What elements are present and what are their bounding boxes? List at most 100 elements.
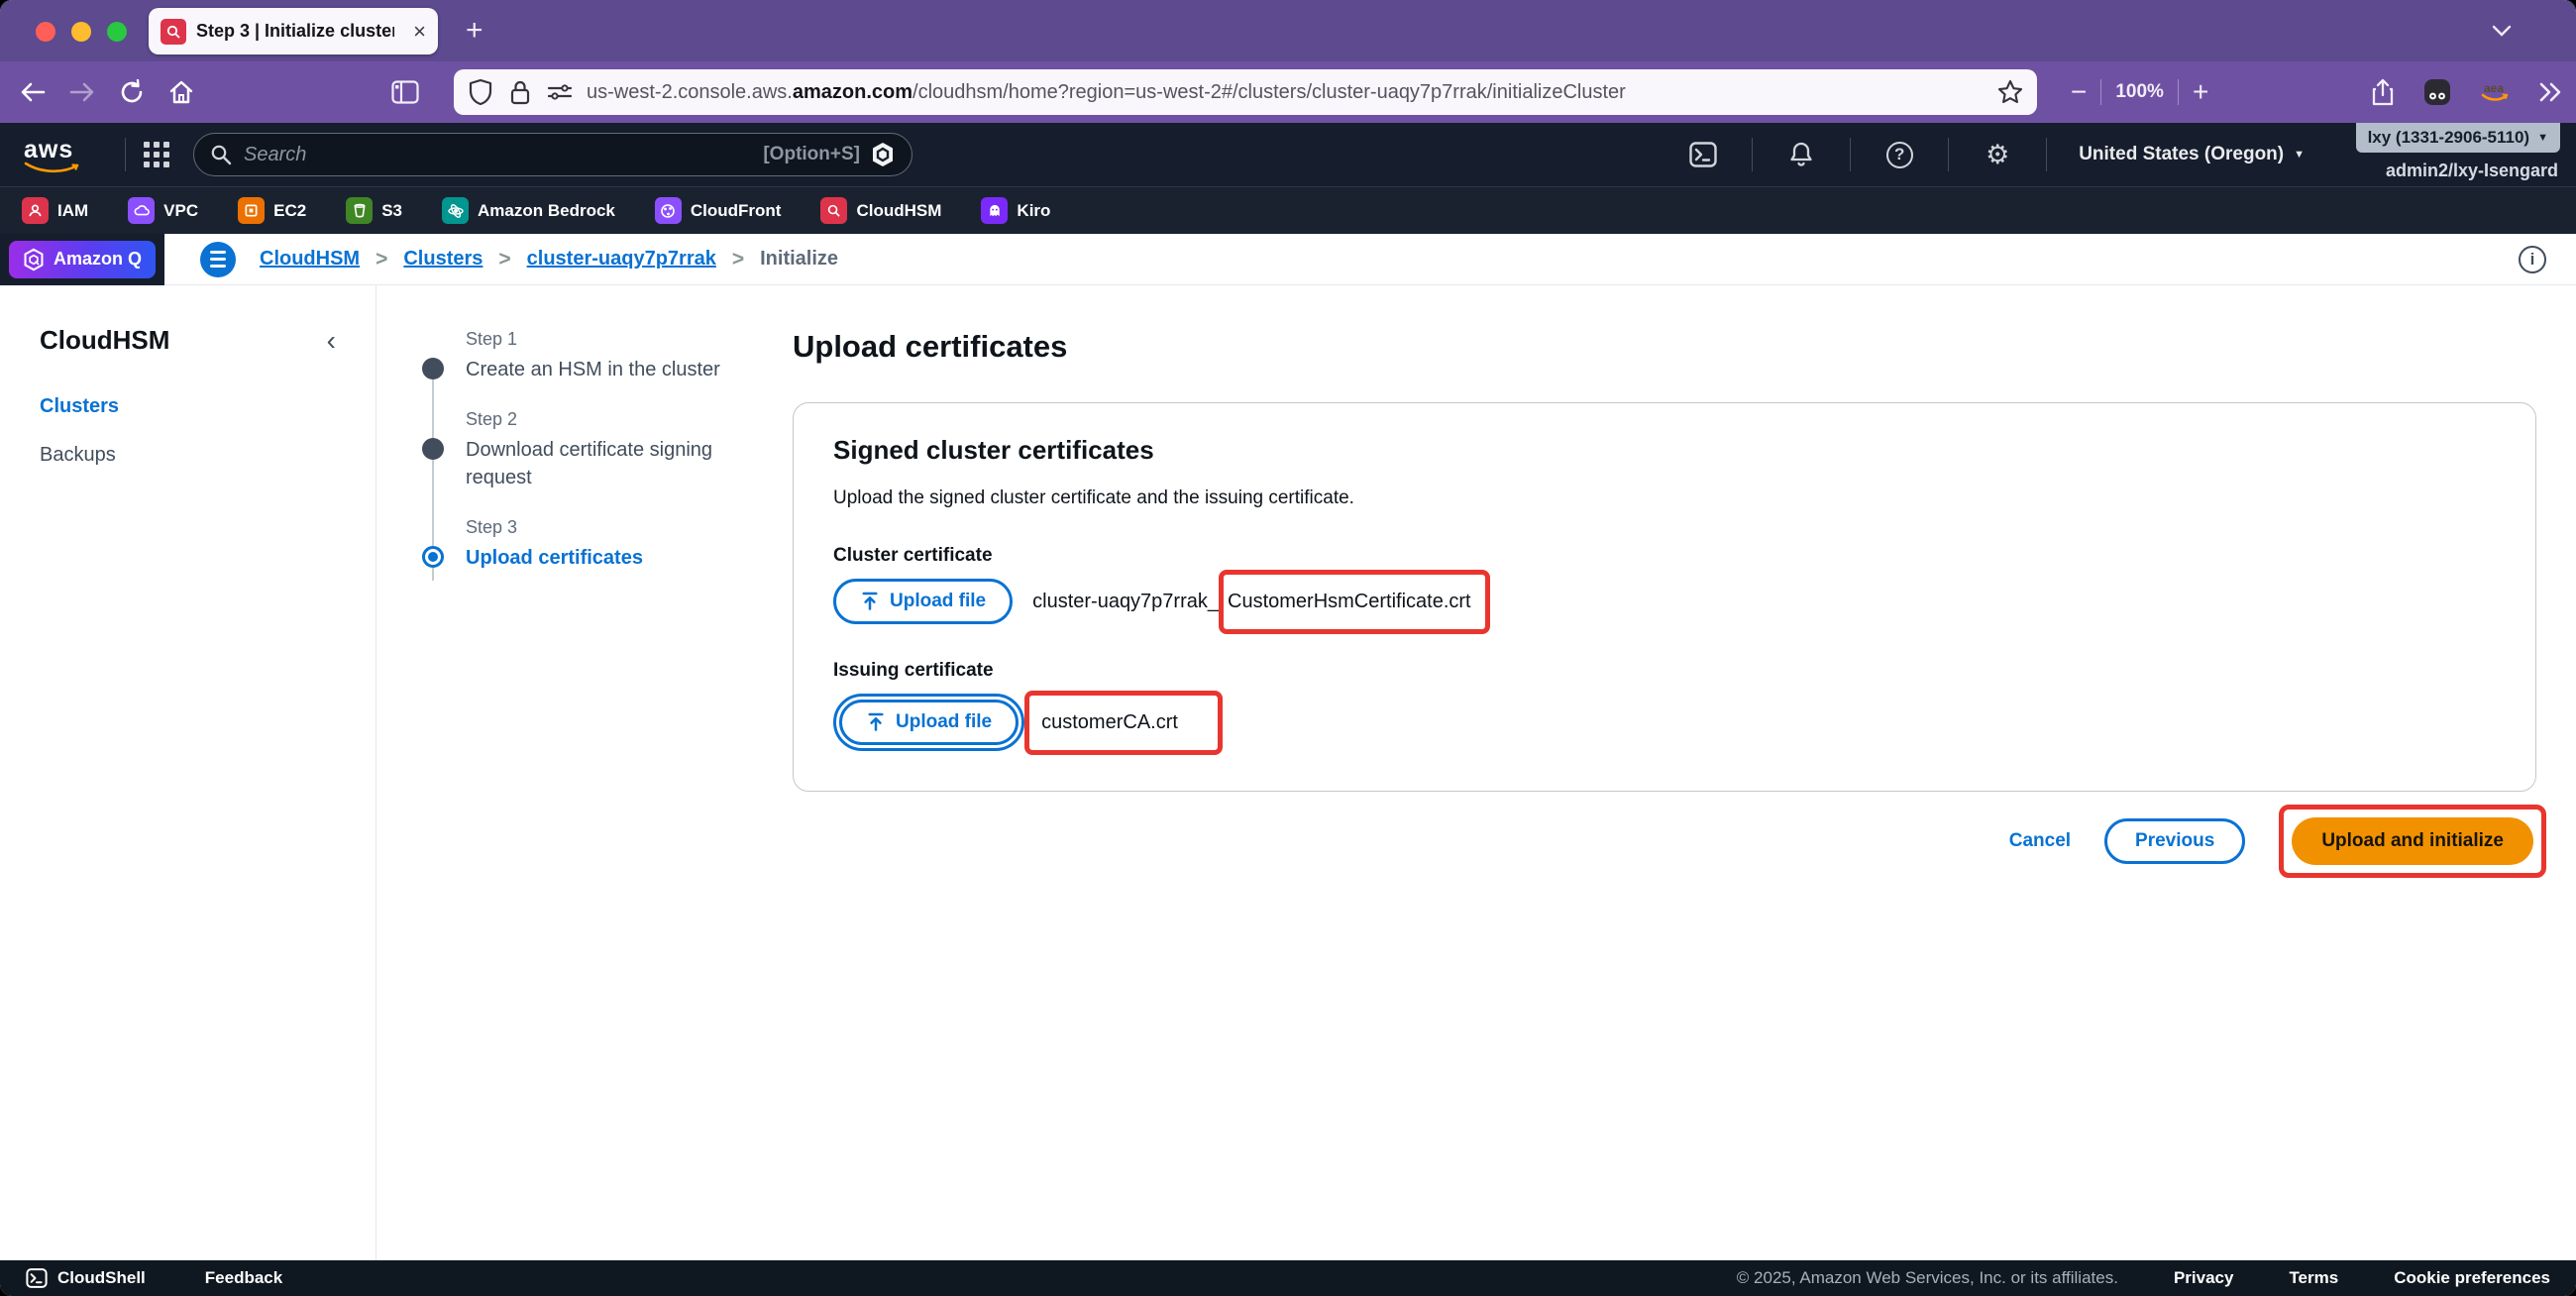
upload-issuing-certificate-button[interactable]: Upload file — [839, 700, 1019, 745]
footer-cookie-preferences[interactable]: Cookie preferences — [2394, 1268, 2550, 1288]
wizard-steps: Step 1 Create an HSM in the cluster Step… — [422, 329, 749, 597]
zoom-out-button[interactable]: − — [2057, 76, 2100, 108]
chevron-right-icon: > — [498, 248, 510, 271]
search-input[interactable]: Search [Option+S] — [193, 133, 912, 176]
amazon-q-button[interactable]: Amazon Q — [9, 241, 156, 278]
search-icon — [210, 144, 232, 165]
reload-icon[interactable] — [117, 77, 147, 107]
back-icon[interactable] — [18, 77, 48, 107]
vpc-icon — [128, 197, 155, 224]
cluster-certificate-row: Upload file cluster-uaqy7p7rrak_Customer… — [833, 579, 2496, 624]
chevron-right-icon: > — [376, 248, 387, 271]
aws-favorites-bar: IAM VPC EC2 S3 Amazon Bedrock — [0, 186, 2576, 234]
page-info-button[interactable]: i — [2519, 246, 2546, 273]
window-close-button[interactable] — [36, 22, 55, 42]
sidebar-item-clusters[interactable]: Clusters — [40, 395, 336, 418]
previous-button[interactable]: Previous — [2104, 818, 2245, 864]
favorite-kiro[interactable]: Kiro — [981, 197, 1050, 224]
settings-gear-icon[interactable]: ⚙ — [1983, 140, 2012, 169]
new-tab-button[interactable]: + — [466, 16, 483, 46]
favorite-cloudfront[interactable]: CloudFront — [655, 197, 782, 224]
region-selector[interactable]: United States (Oregon) ▼ — [2079, 144, 2305, 165]
annotation-box-submit: Upload and initialize — [2279, 805, 2546, 878]
permissions-sliders-icon[interactable] — [547, 79, 573, 105]
overflow-chevrons-icon[interactable] — [2537, 81, 2563, 103]
card-description: Upload the signed cluster certificate an… — [833, 487, 2496, 509]
notifications-bell-icon[interactable] — [1786, 140, 1816, 169]
search-shortcut: [Option+S] — [763, 144, 860, 165]
favorite-amazon-bedrock[interactable]: Amazon Bedrock — [442, 197, 615, 224]
amazon-q-hexagon-icon — [870, 141, 896, 168]
help-icon[interactable]: ? — [1884, 140, 1914, 169]
upload-icon — [866, 712, 886, 732]
bookmark-star-icon[interactable] — [1997, 79, 2023, 105]
issuing-certificate-filename: customerCA.crt — [1030, 711, 1223, 734]
wizard-actions: Cancel Previous Upload and initialize — [793, 817, 2536, 865]
footer-privacy[interactable]: Privacy — [2174, 1268, 2234, 1288]
window-minimize-button[interactable] — [71, 22, 91, 42]
sidebar-item-backups[interactable]: Backups — [40, 444, 336, 467]
cloudhsm-icon — [820, 197, 847, 224]
main-content: Step 1 Create an HSM in the cluster Step… — [376, 285, 2576, 1260]
iam-icon — [22, 197, 49, 224]
amazon-q-block: Amazon Q — [0, 234, 164, 285]
favorite-s3[interactable]: S3 — [346, 197, 402, 224]
sidenav-collapse-icon[interactable]: ‹ — [327, 327, 336, 355]
zoom-in-button[interactable]: + — [2179, 76, 2222, 108]
s3-icon — [346, 197, 373, 224]
extension-icon[interactable] — [2422, 77, 2452, 107]
amazon-smile-icon[interactable]: aea — [2480, 80, 2510, 104]
shield-icon[interactable] — [468, 79, 493, 105]
favorite-cloudhsm[interactable]: CloudHSM — [820, 197, 941, 224]
svg-text:aea: aea — [2484, 81, 2504, 95]
sidebar-toggle-icon[interactable] — [390, 77, 420, 107]
cloudshell-terminal-icon — [26, 1268, 48, 1288]
aws-console-nav: aws Search [Option+S] — [0, 123, 2576, 186]
step-active-dot — [422, 546, 444, 568]
favorite-ec2[interactable]: EC2 — [238, 197, 306, 224]
account-menu[interactable]: lxy (1331-2906-5110) ▼ — [2356, 123, 2560, 153]
console-footer: CloudShell Feedback © 2025, Amazon Web S… — [0, 1260, 2576, 1296]
services-grid-icon[interactable] — [144, 142, 169, 167]
forward-icon[interactable] — [67, 77, 97, 107]
home-icon[interactable] — [166, 77, 196, 107]
cloudfront-icon — [655, 197, 682, 224]
browser-tab[interactable]: Step 3 | Initialize cluster | Cloud × — [149, 8, 438, 54]
cloudshell-terminal-icon[interactable] — [1688, 140, 1718, 169]
upload-and-initialize-button[interactable]: Upload and initialize — [2292, 817, 2533, 865]
wizard-step-1[interactable]: Step 1 Create an HSM in the cluster — [422, 329, 749, 383]
browser-window: Step 3 | Initialize cluster | Cloud × + — [0, 0, 2576, 1296]
ec2-icon — [238, 197, 265, 224]
chevron-right-icon: > — [732, 248, 744, 271]
lock-icon[interactable] — [507, 79, 533, 105]
tab-close-icon[interactable]: × — [413, 21, 426, 43]
breadcrumb-clusters[interactable]: Clusters — [403, 248, 483, 270]
upload-cluster-certificate-button[interactable]: Upload file — [833, 579, 1013, 624]
share-icon[interactable] — [2371, 78, 2395, 106]
wizard-step-2[interactable]: Step 2 Download certificate signing requ… — [422, 409, 749, 491]
wizard-step-3[interactable]: Step 3 Upload certificates — [422, 517, 749, 572]
cancel-button[interactable]: Cancel — [2009, 830, 2071, 852]
breadcrumb-cluster-id[interactable]: cluster-uaqy7p7rrak — [527, 248, 716, 270]
footer-cloudshell[interactable]: CloudShell — [26, 1268, 146, 1288]
cluster-certificate-label: Cluster certificate — [833, 545, 2496, 567]
footer-terms[interactable]: Terms — [2289, 1268, 2338, 1288]
cluster-certificate-filename: cluster-uaqy7p7rrak_CustomerHsmCertifica… — [1032, 591, 1489, 613]
footer-copyright: © 2025, Amazon Web Services, Inc. or its… — [1737, 1268, 2118, 1288]
annotation-box-cluster-file: CustomerHsmCertificate.crt — [1219, 570, 1490, 634]
kiro-ghost-icon — [981, 197, 1008, 224]
favorite-vpc[interactable]: VPC — [128, 197, 198, 224]
breadcrumb-current: Initialize — [760, 248, 838, 270]
tab-list-chevron-icon[interactable] — [2491, 24, 2513, 38]
side-navigation: CloudHSM ‹ Clusters Backups — [0, 285, 376, 1260]
nav-menu-icon[interactable] — [200, 242, 236, 277]
issuing-certificate-row: Upload file customerCA.crt — [833, 694, 2496, 751]
favorite-iam[interactable]: IAM — [22, 197, 88, 224]
footer-feedback[interactable]: Feedback — [205, 1268, 282, 1288]
url-bar[interactable]: us-west-2.console.aws.amazon.com/cloudhs… — [454, 69, 2037, 115]
browser-tab-strip: Step 3 | Initialize cluster | Cloud × + — [0, 0, 2576, 61]
aws-logo[interactable]: aws — [24, 136, 85, 173]
window-zoom-button[interactable] — [107, 22, 127, 42]
breadcrumb-cloudhsm[interactable]: CloudHSM — [260, 248, 360, 270]
zoom-level[interactable]: 100% — [2101, 81, 2178, 103]
